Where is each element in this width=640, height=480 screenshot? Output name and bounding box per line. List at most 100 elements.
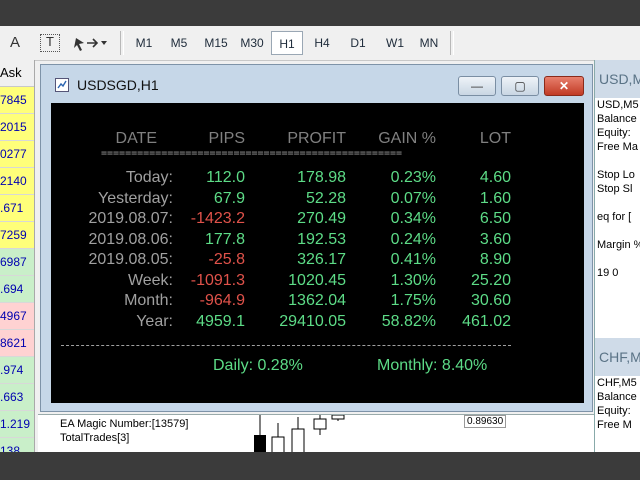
timeframe-mn-button[interactable]: MN xyxy=(414,31,444,55)
row-pips: 177.8 xyxy=(204,230,245,248)
chart-info-line: eq for [ xyxy=(597,211,632,223)
row-profit: 326.17 xyxy=(297,251,346,268)
row-pips: -1091.3 xyxy=(190,271,245,289)
toolbar-separator xyxy=(450,31,454,55)
row-gain: 58.82% xyxy=(381,312,436,330)
ask-price-cell[interactable]: 6987 xyxy=(0,249,34,276)
minimize-icon: — xyxy=(471,79,483,93)
ask-price-cell[interactable]: 4967 xyxy=(0,303,34,330)
row-pips: -25.8 xyxy=(208,251,245,268)
chart-info-line: Balance xyxy=(597,391,637,403)
header-pips: PIPS xyxy=(208,130,245,147)
row-date-label: Week: xyxy=(127,271,173,289)
chart-window-icon xyxy=(55,78,69,92)
row-date-label: 2019.08.07: xyxy=(88,210,173,227)
timeframe-h4-button[interactable]: H4 xyxy=(307,31,337,55)
row-pips: 112.0 xyxy=(206,169,245,186)
text-tool-icon[interactable]: A xyxy=(6,34,24,52)
arrow-shapes-icon[interactable] xyxy=(72,34,110,52)
right-chart-window-1[interactable]: USD,M USD,M5 Balance Equity: Free Ma Stop Lo… xyxy=(594,60,640,338)
right-chart-2-title: CHF,M xyxy=(595,338,640,376)
chart-info-line: Stop Lo xyxy=(597,169,635,181)
ask-price-cell[interactable]: 0277 xyxy=(0,141,34,168)
chart-info-line xyxy=(595,196,640,210)
row-lot: 6.50 xyxy=(479,210,511,227)
row-pips: 67.9 xyxy=(213,189,245,207)
row-profit: 192.53 xyxy=(297,230,346,248)
timeframe-m15-button[interactable]: M15 xyxy=(199,31,233,55)
timeframe-m30-button[interactable]: M30 xyxy=(237,31,267,55)
window-title-text: USDSGD,H1 xyxy=(77,77,159,93)
ask-price-cell[interactable]: 7845 xyxy=(0,87,34,114)
chart-info-line xyxy=(595,224,640,238)
row-lot: 30.60 xyxy=(470,292,511,309)
row-date-label: 2019.08.06: xyxy=(88,230,173,248)
row-lot: 25.20 xyxy=(470,271,511,289)
chart-info-line: Free Ma xyxy=(597,141,638,153)
row-profit: 270.49 xyxy=(297,210,346,227)
ask-column: 7845 2015 0277 2140.671 7259 6987.694 4967 8621… xyxy=(0,87,34,452)
stats-row: 2019.08.07: -1423.2 270.49 0.34% 6.50 xyxy=(51,210,521,230)
row-gain: 0.24% xyxy=(390,230,436,248)
ask-price-cell[interactable]: .974 xyxy=(0,357,34,384)
row-pips: 4959.1 xyxy=(196,312,245,330)
ask-price-cell[interactable]: 138 xyxy=(0,438,34,452)
price-label: 0.89630 xyxy=(464,415,507,428)
timeframe-m5-button[interactable]: M5 xyxy=(164,31,194,55)
timeframe-d1-button[interactable]: D1 xyxy=(343,31,373,55)
row-date-label: Yesterday: xyxy=(97,189,173,207)
timeframe-m1-button[interactable]: M1 xyxy=(129,31,159,55)
row-profit: 1020.45 xyxy=(288,271,346,289)
daily-gain: Daily: 0.28% xyxy=(213,357,303,374)
ask-price-cell[interactable]: 7259 xyxy=(0,222,34,249)
chart-info-line xyxy=(595,252,640,266)
stats-row: Today: 112.0 178.98 0.23% 4.60 xyxy=(51,169,521,189)
ask-price-cell[interactable]: .663 xyxy=(0,384,34,411)
row-lot: 3.60 xyxy=(479,230,511,248)
ask-price-cell[interactable]: 8621 xyxy=(0,330,34,357)
maximize-icon: ▢ xyxy=(514,79,526,93)
header-lot: LOT xyxy=(479,130,511,147)
row-date-label: Year: xyxy=(136,312,173,330)
monthly-gain: Monthly: 8.40% xyxy=(377,357,488,374)
ask-price-cell[interactable]: .694 xyxy=(0,276,34,303)
row-gain: 1.75% xyxy=(390,292,436,309)
stats-chart-window[interactable]: USDSGD,H1 — ▢ ✕ DATE PIPS PROFIT GAIN % … xyxy=(40,64,593,412)
row-lot: 461.02 xyxy=(462,312,511,330)
row-pips: -964.9 xyxy=(199,292,245,309)
close-icon: ✕ xyxy=(558,79,570,93)
timeframe-w1-button[interactable]: W1 xyxy=(380,31,410,55)
ask-price-cell[interactable]: 2015 xyxy=(0,114,34,141)
ask-price-cell[interactable]: 2140 xyxy=(0,168,34,195)
total-trades-text: TotalTrades[3] xyxy=(60,432,130,444)
row-pips: -1423.2 xyxy=(190,210,245,227)
row-profit: 178.98 xyxy=(297,169,346,186)
chart-info-line: Balance xyxy=(597,113,637,125)
row-gain: 1.30% xyxy=(390,271,436,289)
minimize-button[interactable]: — xyxy=(458,76,496,96)
close-button[interactable]: ✕ xyxy=(544,76,584,96)
ask-price-cell[interactable]: 1.219 xyxy=(0,411,34,438)
row-gain: 0.41% xyxy=(390,251,436,268)
candlestick-chart xyxy=(254,415,345,452)
row-gain: 0.34% xyxy=(390,210,436,227)
chart-info-line: 19 0 xyxy=(597,267,619,279)
chart-info-line xyxy=(595,154,640,168)
stats-row: Month: -964.9 1362.04 1.75% 30.60 xyxy=(51,292,521,312)
chart-info-line: Stop Sl xyxy=(597,183,633,195)
ask-price-cell[interactable]: .671 xyxy=(0,195,34,222)
maximize-button[interactable]: ▢ xyxy=(501,76,539,96)
ask-column-header[interactable]: Ask xyxy=(0,60,34,87)
background-chart-window[interactable]: EA Magic Number:[13579] TotalTrades[3] 0… xyxy=(38,414,594,452)
ea-magic-number-text: EA Magic Number:[13579] xyxy=(60,418,189,430)
stats-row: Week: -1091.3 1020.45 1.30% 25.20 xyxy=(51,272,521,292)
toolbar: A T M1 M5 M15 M30 H1 H4 D1 W1 MN xyxy=(0,26,640,61)
right-chart-window-2[interactable]: CHF,M CHF,M5 Balance Equity: Free M xyxy=(594,338,640,452)
row-lot: 8.90 xyxy=(479,251,511,268)
market-watch-panel: Ask 7845 2015 0277 2140.671 7259 6987.694 4967… xyxy=(0,60,35,452)
text-label-icon[interactable]: T xyxy=(40,34,60,52)
row-gain: 0.07% xyxy=(390,189,436,207)
stats-row: Year: 4959.1 29410.05 58.82% 461.02 xyxy=(51,313,521,333)
right-chart-2-info: CHF,M5 Balance Equity: Free M xyxy=(595,376,640,432)
timeframe-h1-button[interactable]: H1 xyxy=(271,31,303,55)
